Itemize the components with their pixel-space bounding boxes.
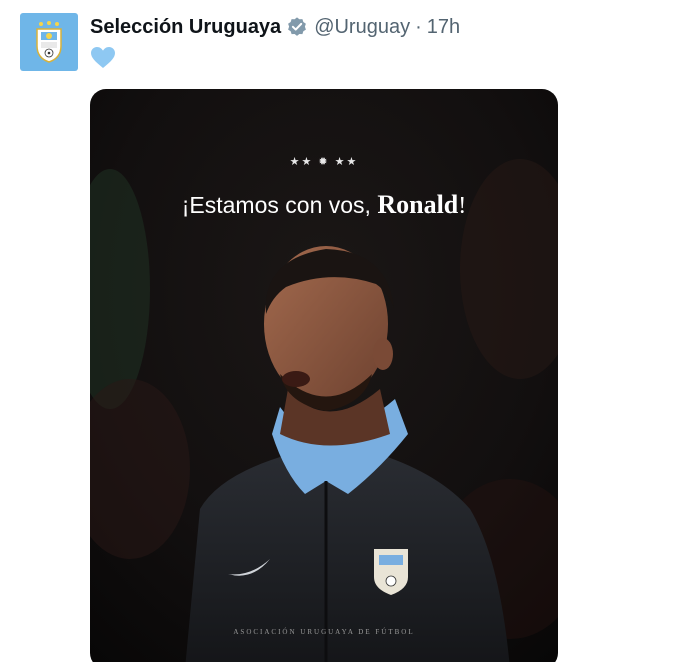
light-blue-heart-icon bbox=[91, 47, 115, 68]
headline-prefix: ¡Estamos con vos, bbox=[181, 192, 378, 218]
verified-badge-icon bbox=[288, 17, 307, 36]
tweet-media-image[interactable]: ★★ ✹ ★★ ¡Estamos con vos, Ronald! ASOCIA… bbox=[90, 89, 558, 662]
headline-name: Ronald bbox=[377, 190, 459, 219]
uruguay-crest-icon bbox=[36, 21, 62, 63]
tweet: Selección Uruguaya @Uruguay · 17h ★★ ✹ ★… bbox=[0, 0, 681, 662]
tweet-timestamp[interactable]: 17h bbox=[427, 16, 460, 39]
image-footer-text: ASOCIACIÓN URUGUAYA DE FÚTBOL bbox=[233, 628, 415, 636]
avatar[interactable] bbox=[20, 13, 78, 71]
author-display-name[interactable]: Selección Uruguaya bbox=[90, 16, 281, 39]
author-handle[interactable]: @Uruguay bbox=[314, 16, 410, 39]
headline-suffix: ! bbox=[458, 193, 467, 219]
separator-dot: · bbox=[415, 15, 422, 38]
tweet-header: Selección Uruguaya @Uruguay · 17h bbox=[90, 13, 460, 41]
player-photo bbox=[90, 89, 558, 662]
stars-decoration: ★★ ✹ ★★ bbox=[289, 156, 359, 168]
image-headline: ¡Estamos con vos, Ronald! bbox=[90, 190, 558, 220]
